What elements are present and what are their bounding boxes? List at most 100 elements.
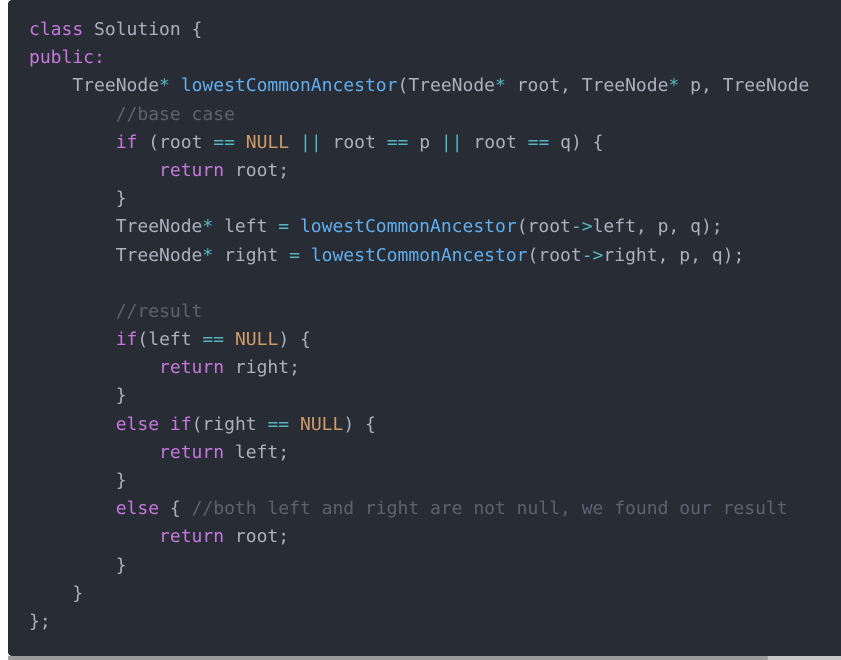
code-token-plain: } [29,470,127,491]
scrollbar-thumb[interactable] [8,656,768,660]
code-token-plain: } [29,582,84,604]
code-token-operator: * [202,216,214,238]
code-line: public: [29,44,809,72]
code-token-keyword: else [115,413,160,435]
code-token-function: lowestCommonAncestor [299,216,517,238]
code-line: TreeNode* left = lowestCommonAncestor(ro… [29,213,809,241]
code-line: return left; [29,439,809,467]
code-token-comment: //base case [115,103,235,125]
code-token-keyword: if [115,131,138,153]
code-token-keyword: return [159,526,225,548]
code-token-plain: ) { [278,329,311,351]
code-line: if (root == NULL || root == p || root ==… [29,129,809,157]
code-token-operator: || [299,131,322,153]
code-line: }; [29,608,809,636]
code-line: return root; [29,157,809,185]
code-line: //base case [29,101,809,129]
code-line: } [29,185,809,213]
code-token-operator: == [527,131,550,153]
code-token-plain: root, TreeNode [505,75,669,97]
code-token-comment: //both left and right are not null, we f… [191,498,788,520]
code-token-operator: || [440,131,463,153]
code-token-constant: NULL [234,329,279,351]
horizontal-scrollbar[interactable] [8,656,841,660]
code-token-operator: * [159,75,170,97]
code-token-function: lowestCommonAncestor [310,244,528,266]
code-token-plain: p [408,131,441,153]
code-line: } [29,382,809,410]
code-token-operator: = [278,216,290,238]
code-token-plain: (right [191,413,268,435]
code-token-function: lowestCommonAncestor [180,75,398,97]
code-token-operator: * [495,75,506,97]
code-token-keyword: return [159,441,225,463]
code-token-keyword: return [159,159,225,181]
code-token-plain: (root [137,131,214,153]
code-token-plain: } [29,554,127,576]
code-line: class Solution { [29,16,809,44]
code-token-plain: TreeNode [29,244,203,266]
code-line: //result [29,298,809,326]
code-token-plain: TreeNode [29,216,203,238]
code-token-operator: == [386,131,409,153]
code-token-plain: root; [224,526,290,548]
code-token-operator: * [202,244,214,266]
code-line: TreeNode* lowestCommonAncestor(TreeNode*… [29,72,809,100]
code-token-comment: //result [115,300,203,322]
code-token-plain: left, p, q); [592,216,723,238]
code-token-operator: -> [581,244,604,266]
code-token-operator: == [202,329,225,351]
code-token-plain: right, p, q); [603,244,745,266]
code-token-plain: left; [224,441,290,463]
code-token-plain: p, TreeNode [679,75,810,97]
code-token-plain: (TreeNode [397,75,496,97]
code-line: } [29,580,809,608]
code-token-keyword: if [115,329,138,351]
code-line: return root; [29,523,809,551]
code-token-plain: root; [224,159,290,181]
code-token-plain: root [462,131,528,153]
code-line: } [29,467,809,495]
code-token-plain: right; [224,357,300,379]
code-token-plain: q) { [549,131,604,153]
code-token-plain: right [213,244,290,266]
code-token-plain: TreeNode [29,75,160,97]
code-token-constant: NULL [299,413,344,435]
code-token-operator: * [668,75,680,97]
code-token-keyword: if [169,413,192,435]
code-token-keyword: class [29,19,84,40]
code-token-operator: == [213,131,235,153]
code-token-plain: left [213,216,279,238]
code-line: if(left == NULL) { [29,326,809,354]
code-token-operator: -> [570,216,593,238]
code-token-plain: ) { [343,413,376,435]
code-token-operator: = [289,244,300,266]
code-line: else if(right == NULL) { [29,411,809,439]
code-token-constant: NULL [245,131,290,153]
code-token-keyword: public: [29,47,105,69]
code-text: class Solution {public: TreeNode* lowest… [29,16,809,636]
code-token-plain: (root [527,244,582,266]
code-token-keyword: return [159,357,225,379]
code-token-plain: (root [516,216,571,238]
code-token-plain: { [159,498,192,520]
code-token-plain: (left [137,329,203,351]
code-token-operator: == [267,413,290,435]
code-line: return right; [29,354,809,382]
code-line: else { //both left and right are not nul… [29,495,809,523]
code-block: class Solution {public: TreeNode* lowest… [8,0,841,656]
